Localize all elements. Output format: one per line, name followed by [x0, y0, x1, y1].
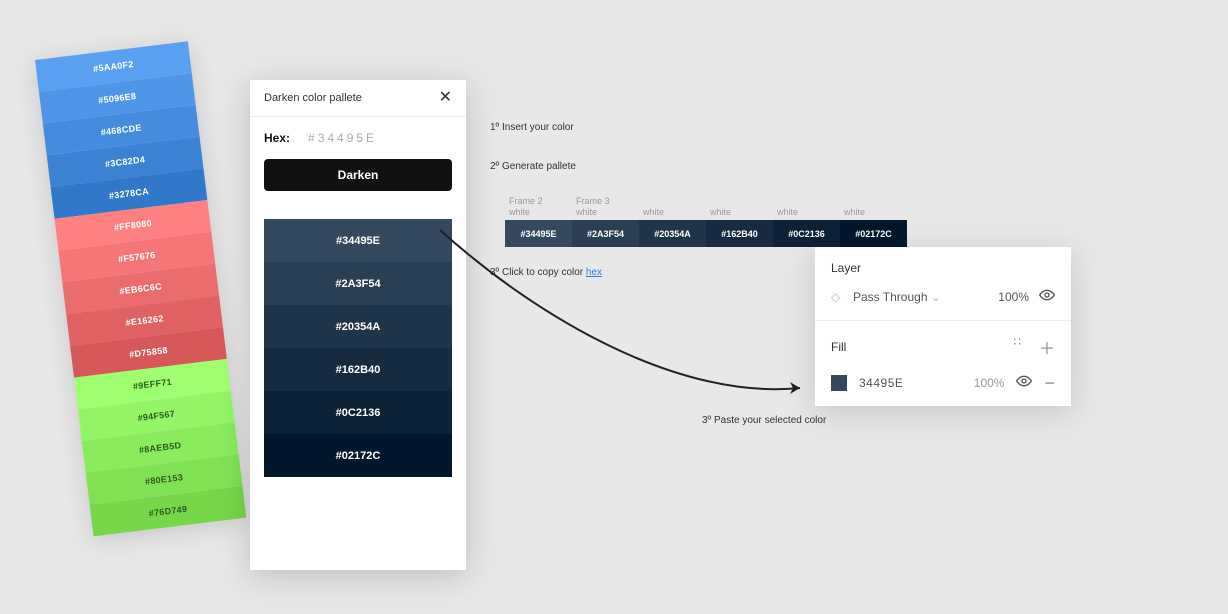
hex-input[interactable]: #34495E	[308, 131, 377, 145]
frame-label: white	[643, 196, 710, 218]
fill-hex-input[interactable]: 34495E	[859, 376, 948, 390]
result-row[interactable]: #2A3F54	[264, 262, 452, 305]
result-row[interactable]: #34495E	[264, 219, 452, 262]
blend-drop-icon[interactable]: ◇	[831, 290, 843, 304]
fill-section-title: Fill	[831, 340, 846, 354]
frame-label: Frame 3white	[576, 196, 643, 218]
blend-mode-select[interactable]: Pass Through ⌄	[853, 290, 975, 304]
fill-section: Fill ∷ ＋ 34495E 100% −	[815, 321, 1071, 406]
fill-opacity[interactable]: 100%	[960, 376, 1004, 390]
plugin-header: Darken color pallete ✕	[250, 80, 466, 117]
layer-section: Layer ◇ Pass Through ⌄ 100%	[815, 247, 1071, 321]
close-icon[interactable]: ✕	[439, 90, 452, 106]
blend-row: ◇ Pass Through ⌄ 100%	[831, 287, 1055, 306]
plugin-title: Darken color pallete	[264, 92, 362, 104]
hstrip-cell[interactable]: #0C2136	[773, 220, 840, 247]
eye-icon[interactable]	[1039, 287, 1055, 306]
hstrip: #34495E #2A3F54 #20354A #162B40 #0C2136 …	[505, 220, 907, 247]
result-list: #34495E #2A3F54 #20354A #162B40 #0C2136 …	[264, 219, 452, 477]
result-row[interactable]: #02172C	[264, 434, 452, 477]
style-picker-icon[interactable]: ∷	[1013, 335, 1023, 359]
layer-section-title: Layer	[831, 261, 1055, 275]
frame-label: Frame 2white	[509, 196, 576, 218]
hex-link[interactable]: hex	[586, 267, 602, 278]
fill-section-header: Fill ∷ ＋	[831, 335, 1055, 359]
hstrip-cell[interactable]: #02172C	[840, 220, 907, 247]
fill-row: 34495E 100% −	[831, 373, 1055, 392]
step-2-caption: 2º Generate pallete	[490, 161, 576, 172]
frame-label: white	[844, 196, 911, 218]
chevron-down-icon: ⌄	[931, 290, 941, 304]
frame-label: white	[710, 196, 777, 218]
step-1-caption: 1º Insert your color	[490, 122, 574, 133]
plugin-panel: Darken color pallete ✕ Hex: #34495E Dark…	[250, 80, 466, 570]
hstrip-cell[interactable]: #20354A	[639, 220, 706, 247]
result-row[interactable]: #162B40	[264, 348, 452, 391]
hstrip-cell[interactable]: #2A3F54	[572, 220, 639, 247]
darken-button[interactable]: Darken	[264, 159, 452, 191]
layer-panel: Layer ◇ Pass Through ⌄ 100% Fill ∷ ＋ 344…	[815, 247, 1071, 406]
step-4-caption: 3º Paste your selected color	[702, 415, 826, 426]
remove-fill-icon[interactable]: −	[1044, 374, 1055, 392]
result-row[interactable]: #0C2136	[264, 391, 452, 434]
hstrip-cell[interactable]: #162B40	[706, 220, 773, 247]
step-3-caption: 3º Click to copy color hex	[490, 267, 602, 278]
eye-icon[interactable]	[1016, 373, 1032, 392]
blend-opacity[interactable]: 100%	[985, 290, 1029, 304]
tilted-swatch-stack: #5AA0F2 #5096E8 #468CDE #3C82D4 #3278CA …	[35, 41, 246, 536]
step-3-text: 3º Click to copy color	[490, 267, 586, 278]
hex-input-row: Hex: #34495E	[250, 117, 466, 145]
hstrip-cell[interactable]: #34495E	[505, 220, 572, 247]
add-fill-icon[interactable]: ＋	[1039, 335, 1055, 359]
fill-color-chip[interactable]	[831, 375, 847, 391]
frame-label: white	[777, 196, 844, 218]
hex-label: Hex:	[264, 131, 290, 145]
hstrip-labels: Frame 2white Frame 3white white white wh…	[509, 196, 911, 218]
result-row[interactable]: #20354A	[264, 305, 452, 348]
